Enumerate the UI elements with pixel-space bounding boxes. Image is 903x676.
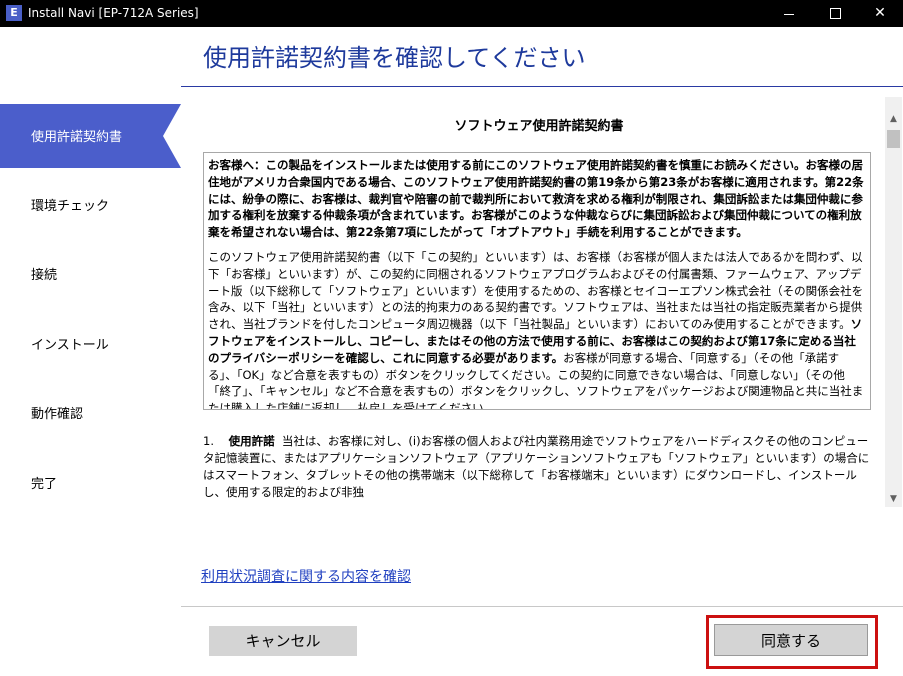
agree-button[interactable]: 同意する: [714, 624, 868, 656]
cancel-button[interactable]: キャンセル: [209, 626, 357, 656]
sidebar-item-label: 接続: [31, 268, 58, 283]
scroll-thumb[interactable]: [887, 130, 900, 148]
sidebar-item-connection: 接続: [0, 242, 181, 306]
sidebar-item-label: 完了: [31, 477, 58, 492]
sidebar-item-label: インストール: [31, 338, 109, 353]
close-button[interactable]: ✕: [857, 0, 903, 27]
title-divider: [181, 86, 903, 87]
sidebar-item-environment-check: 環境チェック: [0, 173, 181, 237]
sidebar-item-install: インストール: [0, 312, 181, 376]
page-title: 使用許諾契約書を確認してください: [203, 44, 586, 72]
sidebar-item-label: 環境チェック: [31, 199, 110, 214]
sidebar-item-license: 使用許諾契約書: [0, 104, 181, 168]
footer-divider: [181, 606, 903, 607]
title-bar: E Install Navi [EP-712A Series] ✕: [0, 0, 903, 27]
sidebar-item-complete: 完了: [0, 451, 181, 515]
scroll-down-icon[interactable]: ▼: [885, 492, 902, 507]
scroll-up-icon[interactable]: ▲: [885, 111, 902, 128]
usage-survey-link[interactable]: 利用状況調査に関する内容を確認: [201, 566, 411, 586]
license-notice: お客様へ：この製品をインストールまたは使用する前にこのソフトウェア使用許諾契約書…: [208, 158, 864, 240]
minimize-button[interactable]: [766, 0, 812, 27]
step-sidebar: 使用許諾契約書 環境チェック 接続 インストール 動作確認 完了: [0, 27, 181, 676]
window-title: Install Navi [EP-712A Series]: [28, 6, 199, 20]
sidebar-item-operation-check: 動作確認: [0, 381, 181, 445]
vertical-scrollbar[interactable]: ▲ ▼: [885, 97, 902, 507]
maximize-button[interactable]: [812, 0, 858, 27]
license-title: ソフトウェア使用許諾契約書: [454, 119, 624, 134]
license-body-paragraph: このソフトウェア使用許諾契約書（以下「この契約」といいます）は、お客様（お客様が…: [208, 249, 864, 410]
sidebar-item-label: 使用許諾契約書: [31, 130, 123, 145]
license-scroll-area[interactable]: ソフトウェア使用許諾契約書 お客様へ：この製品をインストールまたは使用する前にこ…: [181, 97, 885, 507]
epson-app-icon: E: [6, 5, 22, 21]
license-section-1: 1. 使用許諾 当社は、お客様に対し、(i)お客様の個人および社内業務用途でソフ…: [203, 434, 870, 499]
license-notice-box: お客様へ：この製品をインストールまたは使用する前にこのソフトウェア使用許諾契約書…: [203, 152, 871, 410]
sidebar-item-label: 動作確認: [31, 407, 84, 422]
